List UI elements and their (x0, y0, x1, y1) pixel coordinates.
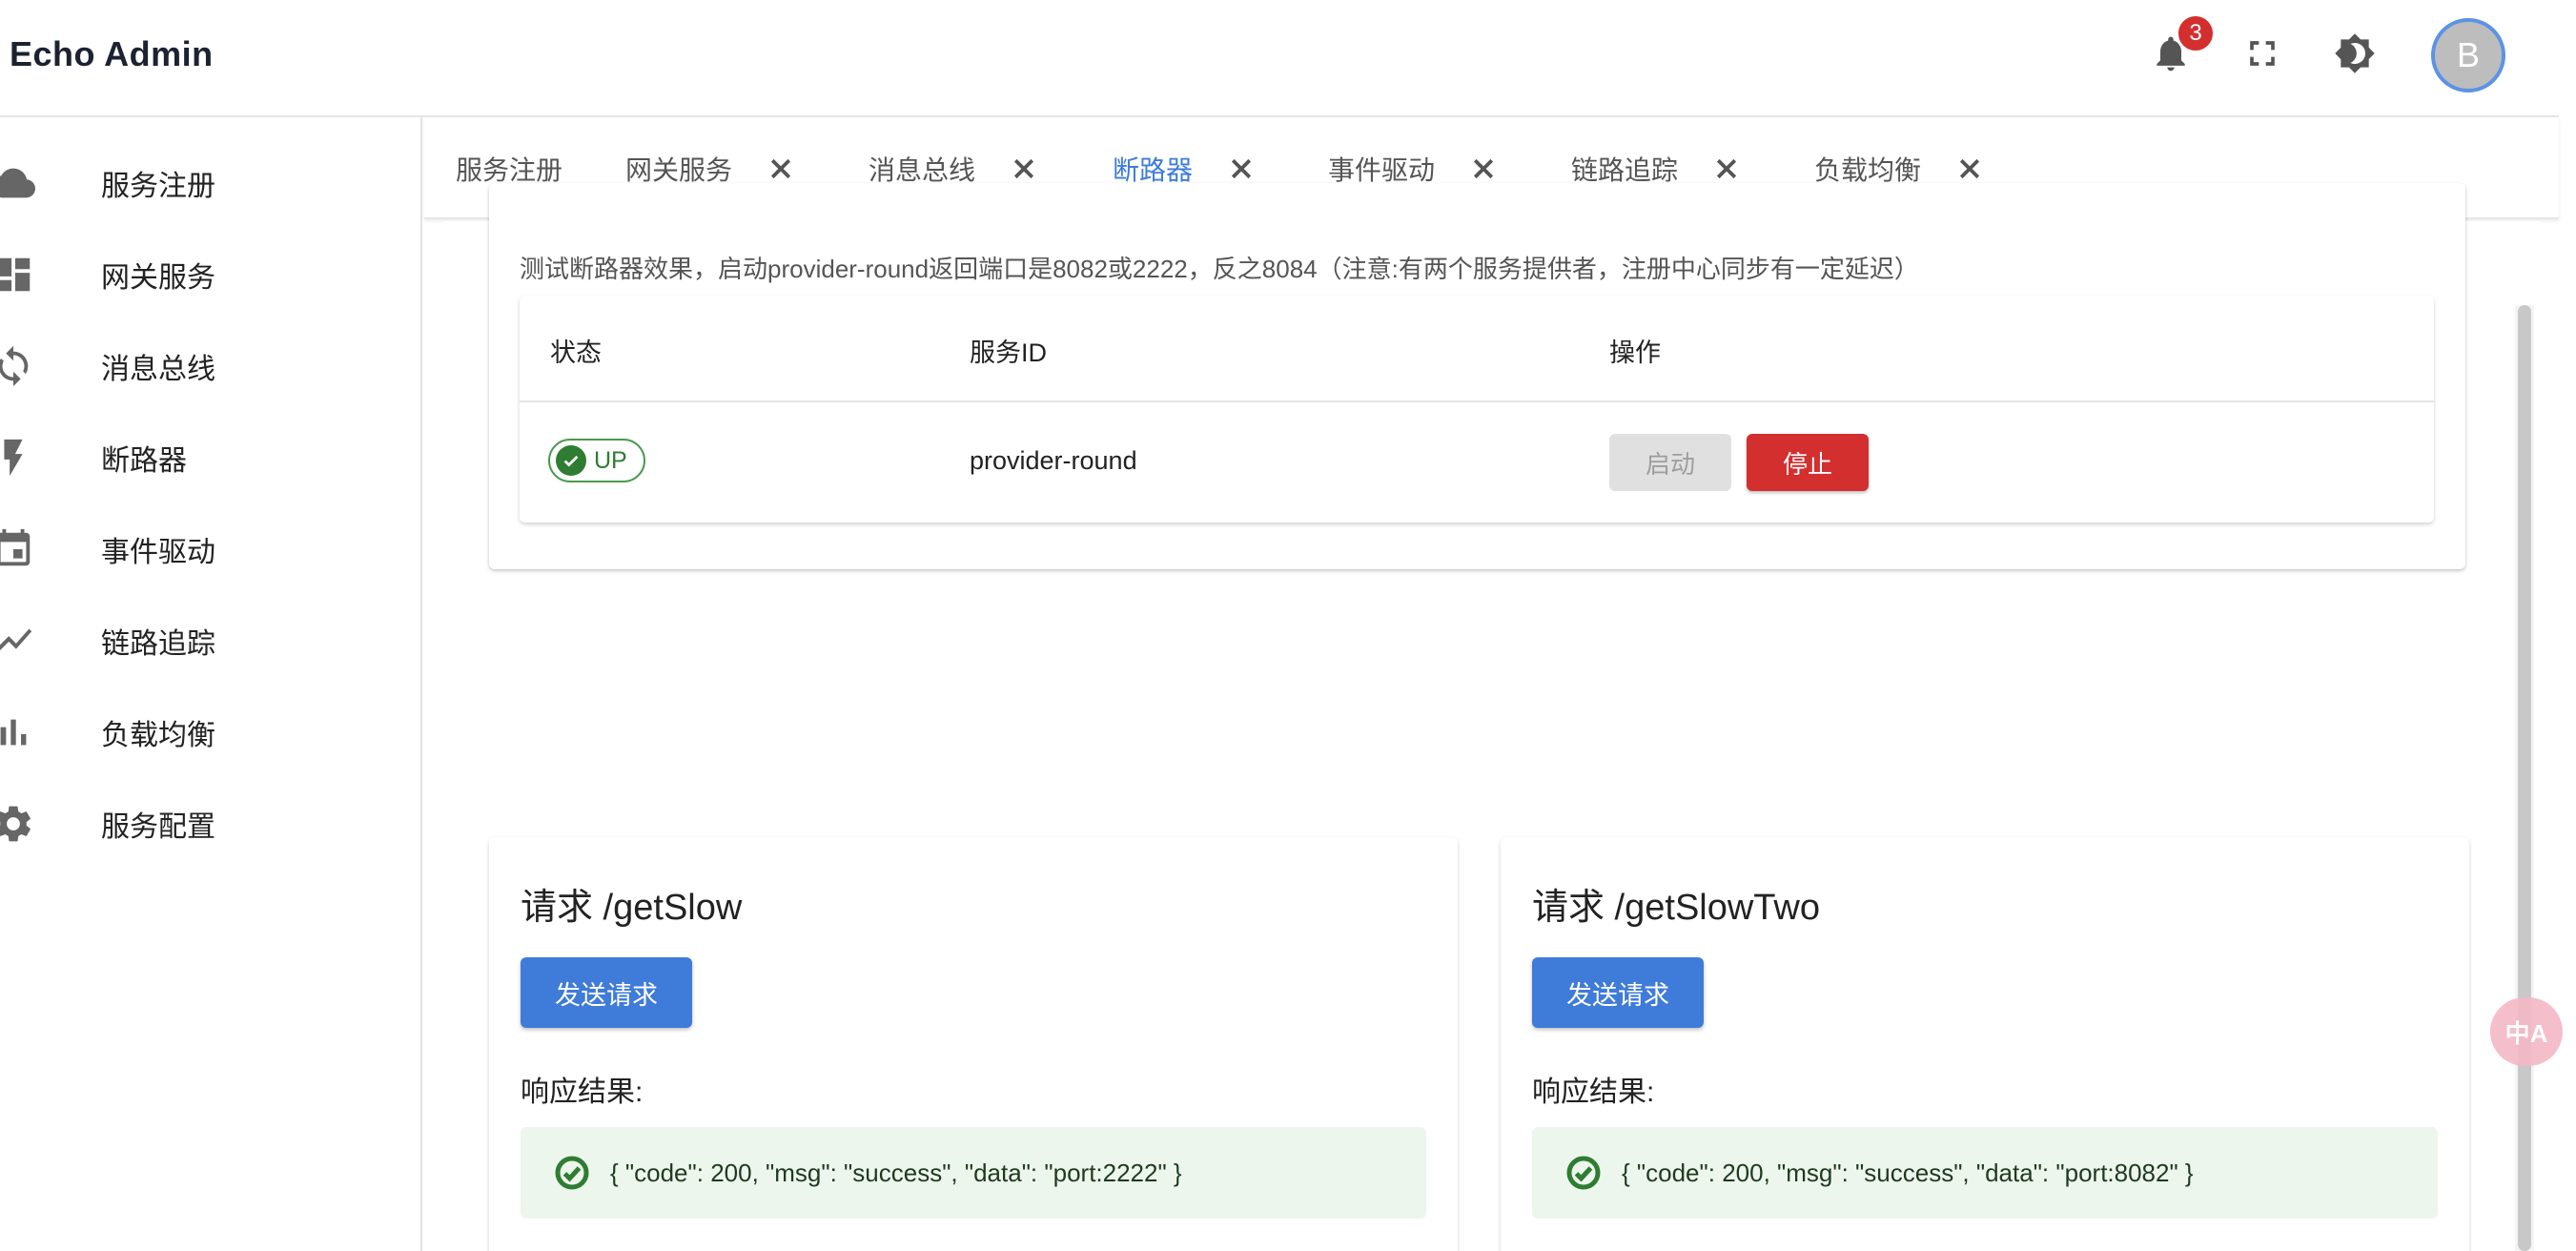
translate-icon: 中A (2504, 1018, 2548, 1048)
tab-label: 断路器 (1113, 154, 1194, 185)
stop-button[interactable]: 停止 (1747, 434, 1869, 491)
notification-count-badge: 3 (2176, 13, 2216, 53)
response-result: { "code": 200, "msg": "success", "data":… (1532, 1127, 2438, 1219)
tab-label: 负载均衡 (1814, 154, 1922, 185)
fullscreen-icon (2250, 41, 2275, 66)
tab-label: 消息总线 (869, 154, 976, 185)
bar-chart-icon (0, 709, 36, 755)
request-title: 请求 /getSlow (521, 888, 743, 928)
top-app-bar: Echo Admin 3 B (0, 0, 2559, 117)
sidebar-item-label: 消息总线 (101, 354, 215, 385)
tab-label: 事件驱动 (1328, 154, 1436, 185)
send-request-button[interactable]: 发送请求 (521, 957, 692, 1028)
response-text: { "code": 200, "msg": "success", "data":… (610, 1158, 1182, 1187)
app-root: { "header": { "title": "Echo Admin", "no… (0, 0, 2576, 1251)
status-text: UP (594, 446, 627, 474)
scrollbar-thumb[interactable] (2518, 305, 2531, 1251)
check-icon (556, 445, 586, 476)
status-badge: UP (548, 439, 645, 482)
sidebar-nav: 服务注册 网关服务 消息总线 断路器 事件驱动 链路追踪 负载均衡 服务配置 (0, 117, 422, 1251)
sidebar-item-label: 断路器 (101, 445, 187, 477)
close-icon[interactable] (1953, 153, 1986, 185)
close-icon[interactable] (1225, 153, 1257, 185)
table-divider (520, 400, 2434, 402)
sidebar-item-circuit-breaker[interactable]: 断路器 (0, 412, 422, 503)
sidebar-item-event-driven[interactable]: 事件驱动 (0, 503, 422, 595)
sync-icon (0, 343, 36, 389)
response-label: 响应结果: (1532, 1077, 1655, 1108)
close-icon[interactable] (765, 153, 797, 185)
request-title: 请求 /getSlowTwo (1532, 888, 1820, 928)
send-request-button[interactable]: 发送请求 (1532, 957, 1704, 1028)
sidebar-item-load-balance[interactable]: 负载均衡 (0, 687, 422, 778)
circuit-breaker-description: 测试断路器效果，启动provider-round返回端口是8082或2222，反… (520, 255, 1919, 283)
sidebar-item-tracing[interactable]: 链路追踪 (0, 595, 422, 687)
tab-label: 链路追踪 (1571, 154, 1679, 185)
sidebar-item-label: 服务配置 (101, 811, 215, 843)
response-label: 响应结果: (521, 1077, 644, 1108)
theme-toggle-button[interactable] (2330, 29, 2380, 78)
sidebar-item-label: 链路追踪 (101, 628, 215, 660)
gear-icon (0, 801, 36, 847)
sidebar-item-config[interactable]: 服务配置 (0, 778, 422, 870)
service-id-cell: provider-round (970, 446, 1137, 475)
check-circle-icon (1564, 1154, 1603, 1192)
translate-button[interactable]: 中A (2490, 997, 2563, 1066)
tab-label: 服务注册 (456, 154, 563, 185)
sidebar-item-label: 负载均衡 (101, 720, 215, 751)
sidebar-item-label: 事件驱动 (101, 537, 215, 568)
close-icon[interactable] (1710, 153, 1743, 185)
close-icon[interactable] (1467, 153, 1500, 185)
dashboard-icon (0, 252, 36, 297)
calendar-icon (0, 526, 36, 572)
sidebar-item-gateway[interactable]: 网关服务 (0, 229, 422, 320)
bolt-icon (0, 435, 36, 481)
check-circle-icon (553, 1154, 591, 1192)
brightness-icon (2335, 33, 2375, 73)
column-header-status: 状态 (550, 338, 602, 367)
fullscreen-button[interactable] (2238, 29, 2287, 78)
cloud-icon (0, 160, 36, 206)
response-result: { "code": 200, "msg": "success", "data":… (521, 1127, 1426, 1219)
request-card-getslowtwo: 请求 /getSlowTwo 发送请求 响应结果: { "code": 200,… (1501, 837, 2469, 1251)
sidebar-item-service-registry[interactable]: 服务注册 (0, 137, 422, 229)
sidebar-item-message-bus[interactable]: 消息总线 (0, 320, 422, 412)
sidebar-item-label: 网关服务 (101, 262, 215, 294)
request-card-getslow: 请求 /getSlow 发送请求 响应结果: { "code": 200, "m… (489, 837, 1458, 1251)
trending-icon (0, 618, 36, 664)
sidebar-item-label: 服务注册 (101, 171, 215, 202)
service-table: 状态 服务ID 操作 UP provider-round 启动 停止 (520, 296, 2434, 523)
column-header-service-id: 服务ID (970, 338, 1047, 367)
response-text: { "code": 200, "msg": "success", "data":… (1622, 1158, 2194, 1187)
close-icon[interactable] (1008, 153, 1040, 185)
tab-label: 网关服务 (625, 154, 733, 185)
user-avatar[interactable]: B (2431, 18, 2505, 92)
app-title: Echo Admin (10, 34, 214, 73)
column-header-actions: 操作 (1609, 338, 1661, 367)
start-button[interactable]: 启动 (1609, 434, 1731, 491)
